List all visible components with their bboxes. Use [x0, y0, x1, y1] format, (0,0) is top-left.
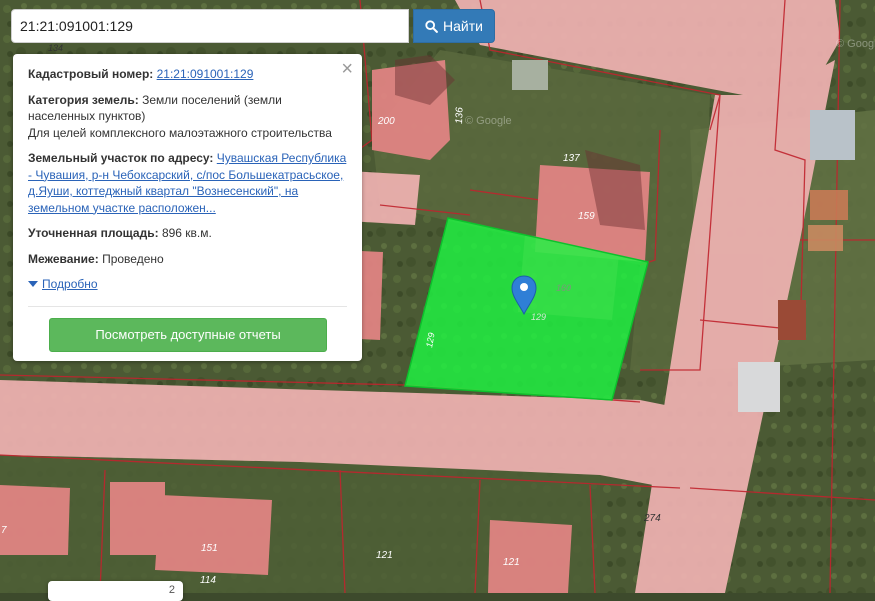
- label-137: 137: [563, 153, 580, 164]
- area-row: Уточненная площадь: 896 кв.м.: [28, 225, 348, 242]
- area-value: 896 кв.м.: [161, 226, 212, 240]
- label-274: 274: [643, 513, 661, 524]
- label-121-right: 121: [503, 557, 520, 568]
- secondary-popup-text: 2: [168, 584, 175, 596]
- close-icon[interactable]: ×: [341, 59, 353, 79]
- google-watermark-right: © Google: [836, 38, 875, 50]
- address-label: Земельный участок по адресу:: [28, 151, 214, 165]
- cadastral-link[interactable]: 21:21:091001:129: [157, 67, 254, 81]
- category-label: Категория земель:: [28, 92, 139, 107]
- search-icon: [425, 19, 438, 33]
- label-121-left: 121: [376, 550, 393, 561]
- label-114: 114: [200, 575, 216, 586]
- label-7: 7: [1, 525, 7, 536]
- category-use: Для целей комплексного малоэтажного стро…: [28, 125, 332, 140]
- search-input[interactable]: [11, 9, 409, 43]
- area-label: Уточненная площадь:: [28, 226, 159, 240]
- label-160: 160: [556, 283, 571, 293]
- search-button-label: Найти: [443, 18, 483, 34]
- parcel-info-popup: × Кадастровый номер: 21:21:091001:129 Ка…: [13, 54, 362, 361]
- label-134: 134: [48, 43, 63, 53]
- survey-row: Межевание: Проведено: [28, 251, 348, 268]
- address-row: Земельный участок по адресу: Чувашская Р…: [28, 150, 348, 216]
- label-159: 159: [578, 211, 595, 222]
- secondary-popup: 2: [48, 581, 183, 601]
- survey-value: Проведено: [102, 251, 164, 266]
- popup-divider: [28, 306, 347, 307]
- details-toggle[interactable]: Подробно: [28, 276, 348, 293]
- category-row: Категория земель: Земли поселений (земли…: [28, 92, 348, 142]
- search-button[interactable]: Найти: [413, 9, 495, 43]
- cadastral-row: Кадастровый номер: 21:21:091001:129: [28, 66, 348, 83]
- cadastral-label: Кадастровый номер:: [28, 67, 154, 81]
- label-200: 200: [377, 116, 395, 127]
- label-136: 136: [454, 107, 466, 124]
- view-reports-button[interactable]: Посмотреть доступные отчеты: [49, 318, 327, 352]
- search-bar: Найти: [11, 9, 495, 43]
- caret-down-icon: [28, 280, 38, 287]
- survey-label: Межевание:: [28, 251, 99, 266]
- google-watermark: © Google: [465, 115, 512, 127]
- details-link[interactable]: Подробно: [42, 276, 98, 293]
- label-151: 151: [201, 543, 218, 554]
- label-129: 129: [531, 312, 546, 322]
